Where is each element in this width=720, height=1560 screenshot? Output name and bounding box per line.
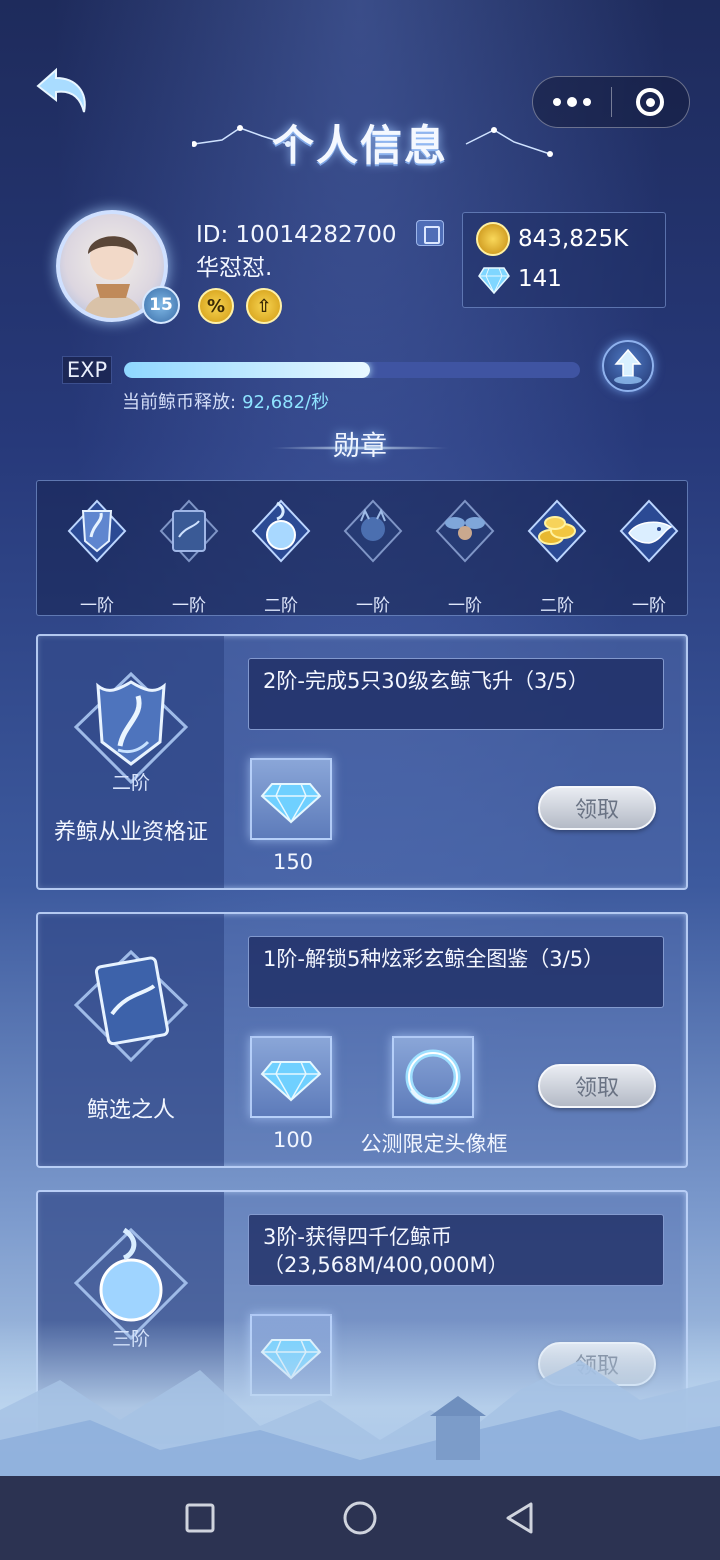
mountain-landscape-icon xyxy=(0,1360,720,1476)
gold-coins-icon xyxy=(527,499,587,563)
medal-tier: 一阶 xyxy=(448,596,482,616)
reward-slot[interactable] xyxy=(250,1036,332,1118)
page-title: 个人信息 xyxy=(271,121,448,170)
release-rate: 当前鲸币释放: 92,682/秒 xyxy=(122,392,330,413)
avatar-frame-icon xyxy=(405,1049,461,1105)
system-navigation-bar xyxy=(0,1476,720,1560)
creature-icon xyxy=(343,499,403,563)
screen: 个人信息 15 ID: 10014282700 华怼怼. % ⇧ 843,825… xyxy=(0,0,720,1476)
back-button[interactable] xyxy=(490,1488,550,1548)
home-button[interactable] xyxy=(330,1488,390,1548)
achievement-card: 鲸选之人 1阶-解锁5种炫彩玄鲸全图鉴（3/5） 100 公测限定头像框 领取 xyxy=(36,912,688,1168)
achievement-task: 2阶-完成5只30级玄鲸飞升（3/5） xyxy=(248,658,664,730)
discount-buff-icon[interactable]: % xyxy=(198,288,234,324)
reward-amount: 150 xyxy=(272,850,314,874)
upgrade-button[interactable] xyxy=(602,340,654,392)
medal-tier: 一阶 xyxy=(80,596,114,616)
fairy-icon xyxy=(435,499,495,563)
coin-balance: 843,825K xyxy=(518,226,629,252)
medal-tier: 一阶 xyxy=(356,596,390,616)
reward-name: 公测限定头像框 xyxy=(360,1132,508,1156)
diamond-icon xyxy=(478,267,510,294)
whale-coin-icon xyxy=(476,222,510,256)
speed-buff-icon[interactable]: ⇧ xyxy=(246,288,282,324)
achievement-task: 3阶-获得四千亿鲸币（23,568M/400,000M） xyxy=(248,1214,664,1286)
medal-tier: 二阶 xyxy=(264,596,298,616)
medal-item[interactable]: 二阶 xyxy=(517,493,597,616)
medals-section-title: 勋章 xyxy=(333,431,387,462)
book-whale-icon xyxy=(159,499,219,563)
user-id: ID: 10014282700 xyxy=(196,222,397,248)
whale-emblem-icon xyxy=(619,499,679,563)
medal-tier: 二阶 xyxy=(540,596,574,616)
achievement-tier: 二阶 xyxy=(111,772,150,794)
claim-button[interactable]: 领取 xyxy=(538,786,656,830)
medal-item[interactable]: 一阶 xyxy=(57,493,137,616)
reward-slot[interactable] xyxy=(250,758,332,840)
medal-item[interactable]: 二阶 xyxy=(241,493,321,616)
reward-slot[interactable] xyxy=(392,1036,474,1118)
copy-id-icon[interactable] xyxy=(416,220,444,246)
diamond-icon xyxy=(260,1061,322,1102)
exp-progress-fill xyxy=(124,362,371,378)
user-name: 华怼怼. xyxy=(196,255,273,281)
medal-item[interactable]: 一阶 xyxy=(333,493,413,616)
medal-tier: 一阶 xyxy=(632,596,666,616)
achievement-name: 养鲸从业资格证 xyxy=(53,820,208,845)
level-badge: 15 xyxy=(142,286,180,324)
reward-amount: 100 xyxy=(272,1128,314,1152)
shield-whale-icon xyxy=(67,499,127,563)
book-whale-icon xyxy=(73,949,189,1063)
medal-item[interactable]: 一阶 xyxy=(609,493,687,616)
exp-progress-bar xyxy=(124,362,580,378)
diamond-icon xyxy=(260,783,322,824)
orb-icon xyxy=(251,499,311,563)
claim-button[interactable]: 领取 xyxy=(538,1064,656,1108)
medal-strip[interactable]: 一阶 一阶 二阶 一阶 一阶 二阶 一阶 xyxy=(36,480,688,616)
recent-apps-button[interactable] xyxy=(170,1488,230,1548)
achievement-task: 1阶-解锁5种炫彩玄鲸全图鉴（3/5） xyxy=(248,936,664,1008)
exp-label: EXP xyxy=(62,356,112,384)
achievement-name: 鲸选之人 xyxy=(86,1098,175,1123)
release-rate-value: 92,682/秒 xyxy=(242,392,330,413)
medal-item[interactable]: 一阶 xyxy=(149,493,229,616)
medal-tier: 一阶 xyxy=(172,596,206,616)
achievement-card: 二阶 养鲸从业资格证 2阶-完成5只30级玄鲸飞升（3/5） 150 领取 xyxy=(36,634,688,890)
gem-balance: 141 xyxy=(518,266,562,292)
medal-item[interactable]: 一阶 xyxy=(425,493,505,616)
